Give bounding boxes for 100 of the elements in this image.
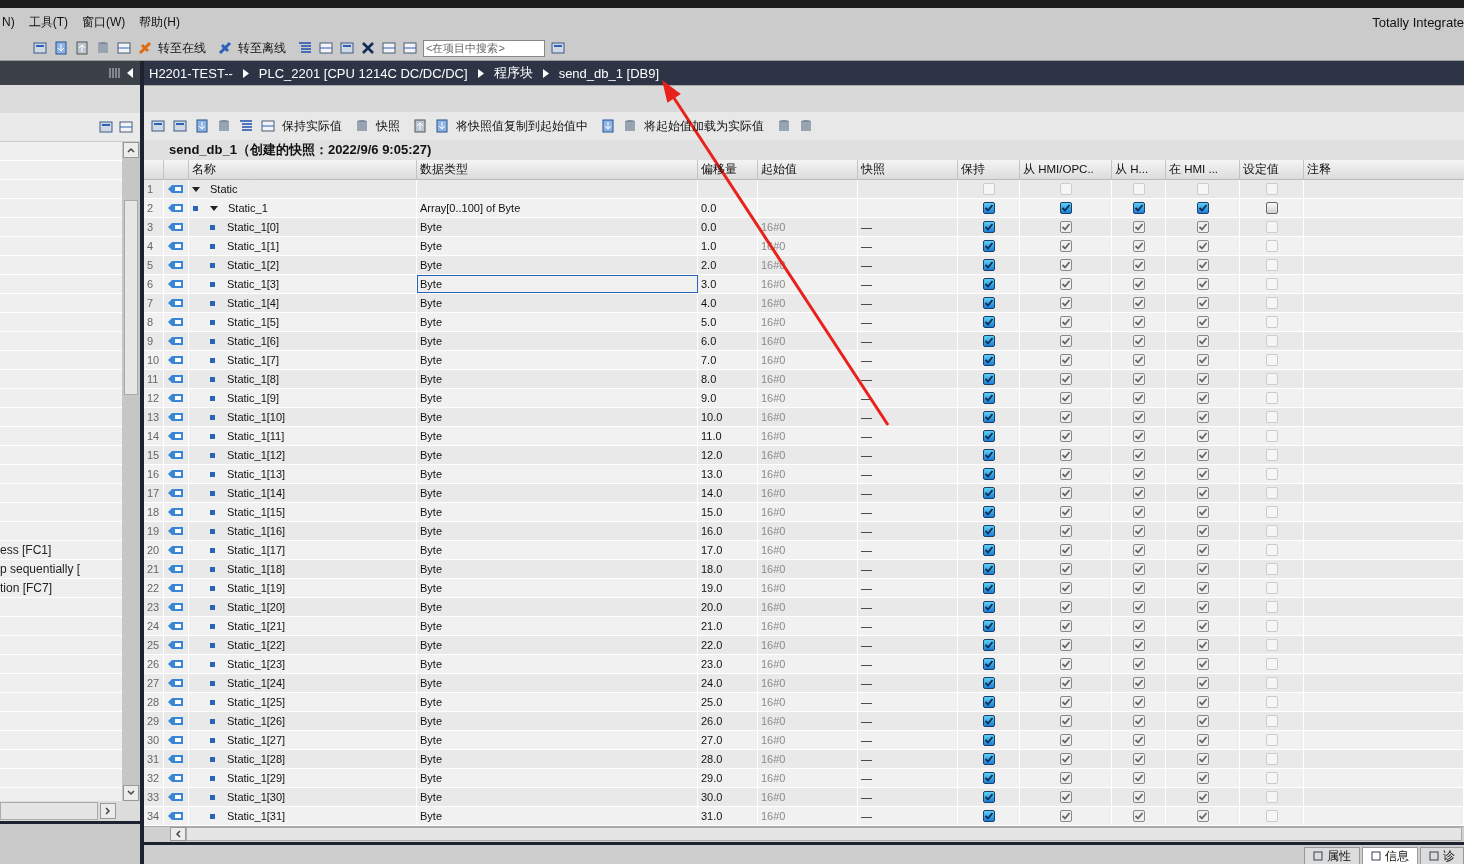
checkbox[interactable] — [982, 620, 995, 632]
checkbox[interactable] — [982, 373, 995, 385]
column-header[interactable]: 从 H... — [1112, 160, 1166, 179]
checkbox[interactable] — [982, 753, 995, 765]
scroll-right-button[interactable] — [100, 803, 116, 819]
checkbox[interactable] — [982, 316, 995, 328]
datatype-cell[interactable]: Byte — [417, 313, 698, 331]
tree-item[interactable]: ess [FC1] — [0, 543, 52, 557]
checkbox[interactable] — [1132, 202, 1145, 214]
datatype-cell[interactable]: Byte — [417, 541, 698, 559]
checkbox[interactable] — [982, 202, 995, 214]
checkbox[interactable] — [982, 392, 995, 404]
breadcrumb-item[interactable]: H2201-TEST-- — [149, 65, 233, 81]
scroll-left-button[interactable] — [170, 827, 186, 841]
panel-icon[interactable] — [318, 40, 334, 56]
checkbox[interactable] — [982, 221, 995, 233]
panel-tab[interactable]: 诊 — [1420, 847, 1464, 864]
datatype-cell[interactable]: Byte — [417, 636, 698, 654]
scroll-up-button[interactable] — [123, 142, 139, 158]
datatype-cell[interactable]: Byte — [417, 332, 698, 350]
panel-icon[interactable] — [108, 67, 120, 79]
checkbox[interactable] — [982, 354, 995, 366]
collapse-icon[interactable] — [126, 67, 134, 79]
datatype-cell[interactable]: Byte — [417, 769, 698, 787]
checkbox[interactable] — [982, 449, 995, 461]
checkbox[interactable] — [1196, 202, 1209, 214]
list-icon[interactable] — [238, 118, 254, 134]
database-icon[interactable] — [194, 118, 210, 134]
checkbox[interactable] — [982, 335, 995, 347]
tree-item[interactable]: tion [FC7] — [0, 581, 53, 595]
close-icon[interactable] — [360, 40, 376, 56]
panel-icon[interactable] — [339, 40, 355, 56]
datatype-cell[interactable]: Array[0..100] of Byte — [417, 199, 698, 217]
split-horizontal-icon[interactable] — [381, 40, 397, 56]
column-header[interactable]: 从 HMI/OPC.. — [1020, 160, 1112, 179]
upload-icon[interactable] — [74, 40, 90, 56]
datatype-cell[interactable]: Byte — [417, 256, 698, 274]
datatype-cell[interactable]: Byte — [417, 617, 698, 635]
checkbox[interactable] — [982, 810, 995, 822]
search-field[interactable]: <在项目中搜索> — [423, 39, 545, 57]
menu-item[interactable]: 窗口(W) — [82, 13, 126, 31]
datatype-cell[interactable]: Byte — [417, 693, 698, 711]
datatype-cell[interactable]: Byte — [417, 408, 698, 426]
datatype-cell[interactable]: Byte — [417, 446, 698, 464]
breadcrumb-item[interactable]: PLC_2201 [CPU 1214C DC/DC/DC] — [258, 65, 468, 81]
datatype-cell[interactable]: Byte — [417, 218, 698, 236]
column-header[interactable]: 保持 — [958, 160, 1020, 179]
database-check-icon[interactable] — [216, 118, 232, 134]
snapshot-button[interactable]: 快照 — [376, 117, 400, 135]
datatype-cell[interactable]: Byte — [417, 598, 698, 616]
copy-snapshot-button[interactable]: 将快照值复制到起始值中 — [456, 117, 588, 135]
datatype-cell[interactable]: Byte — [417, 788, 698, 806]
checkbox[interactable] — [982, 639, 995, 651]
expand-toggle[interactable] — [192, 186, 200, 192]
database-icon[interactable] — [798, 118, 814, 134]
checkbox[interactable] — [982, 715, 995, 727]
checkbox[interactable] — [982, 677, 995, 689]
database-icon[interactable] — [622, 118, 638, 134]
column-header[interactable]: 数据类型 — [417, 160, 698, 179]
column-header[interactable]: 快照 — [858, 160, 958, 179]
menu-item[interactable]: N) — [2, 15, 15, 29]
panel-tab[interactable]: 信息 — [1362, 847, 1418, 864]
expand-toggle[interactable] — [210, 205, 218, 211]
datatype-cell[interactable]: Byte — [417, 275, 698, 293]
database-icon[interactable] — [354, 118, 370, 134]
panel-tab[interactable]: 属性 — [1304, 847, 1360, 864]
scrollbar-thumb[interactable] — [124, 200, 138, 395]
datatype-cell[interactable]: Byte — [417, 750, 698, 768]
split-vertical-icon[interactable] — [402, 40, 418, 56]
datatype-cell[interactable]: Byte — [417, 370, 698, 388]
load-start-values-button[interactable]: 将起始值加载为实际值 — [644, 117, 764, 135]
database-icon[interactable] — [776, 118, 792, 134]
checkbox[interactable] — [982, 791, 995, 803]
plug-icon[interactable] — [217, 40, 233, 56]
datatype-cell[interactable]: Byte — [417, 389, 698, 407]
checkbox[interactable] — [982, 278, 995, 290]
breadcrumb-item[interactable]: send_db_1 [DB9] — [558, 65, 660, 81]
checkbox[interactable] — [982, 430, 995, 442]
datatype-cell[interactable]: Byte — [417, 522, 698, 540]
checkbox[interactable] — [982, 601, 995, 613]
checkbox[interactable] — [982, 582, 995, 594]
datatype-cell[interactable]: Byte — [417, 731, 698, 749]
save-icon[interactable] — [32, 40, 48, 56]
checkbox[interactable] — [982, 468, 995, 480]
keep-actual-values-button[interactable]: 保持实际值 — [282, 117, 342, 135]
breadcrumb-item[interactable]: 程序块 — [493, 64, 533, 82]
scrollbar-thumb[interactable] — [0, 802, 98, 820]
datatype-cell[interactable]: Byte — [417, 560, 698, 578]
checkbox[interactable] — [982, 563, 995, 575]
column-header[interactable]: 名称 — [189, 160, 417, 179]
datatype-cell[interactable]: Byte — [417, 427, 698, 445]
tree-item[interactable]: p sequentially [ — [0, 562, 81, 576]
checkbox[interactable] — [982, 525, 995, 537]
column-header[interactable]: 在 HMI ... — [1166, 160, 1240, 179]
datatype-cell[interactable]: Byte — [417, 294, 698, 312]
snapshot-up-icon[interactable] — [412, 118, 428, 134]
column-header[interactable]: 设定值 — [1240, 160, 1304, 179]
download-icon[interactable] — [53, 40, 69, 56]
datatype-cell[interactable]: Byte — [417, 351, 698, 369]
datatype-cell[interactable]: Byte — [417, 712, 698, 730]
